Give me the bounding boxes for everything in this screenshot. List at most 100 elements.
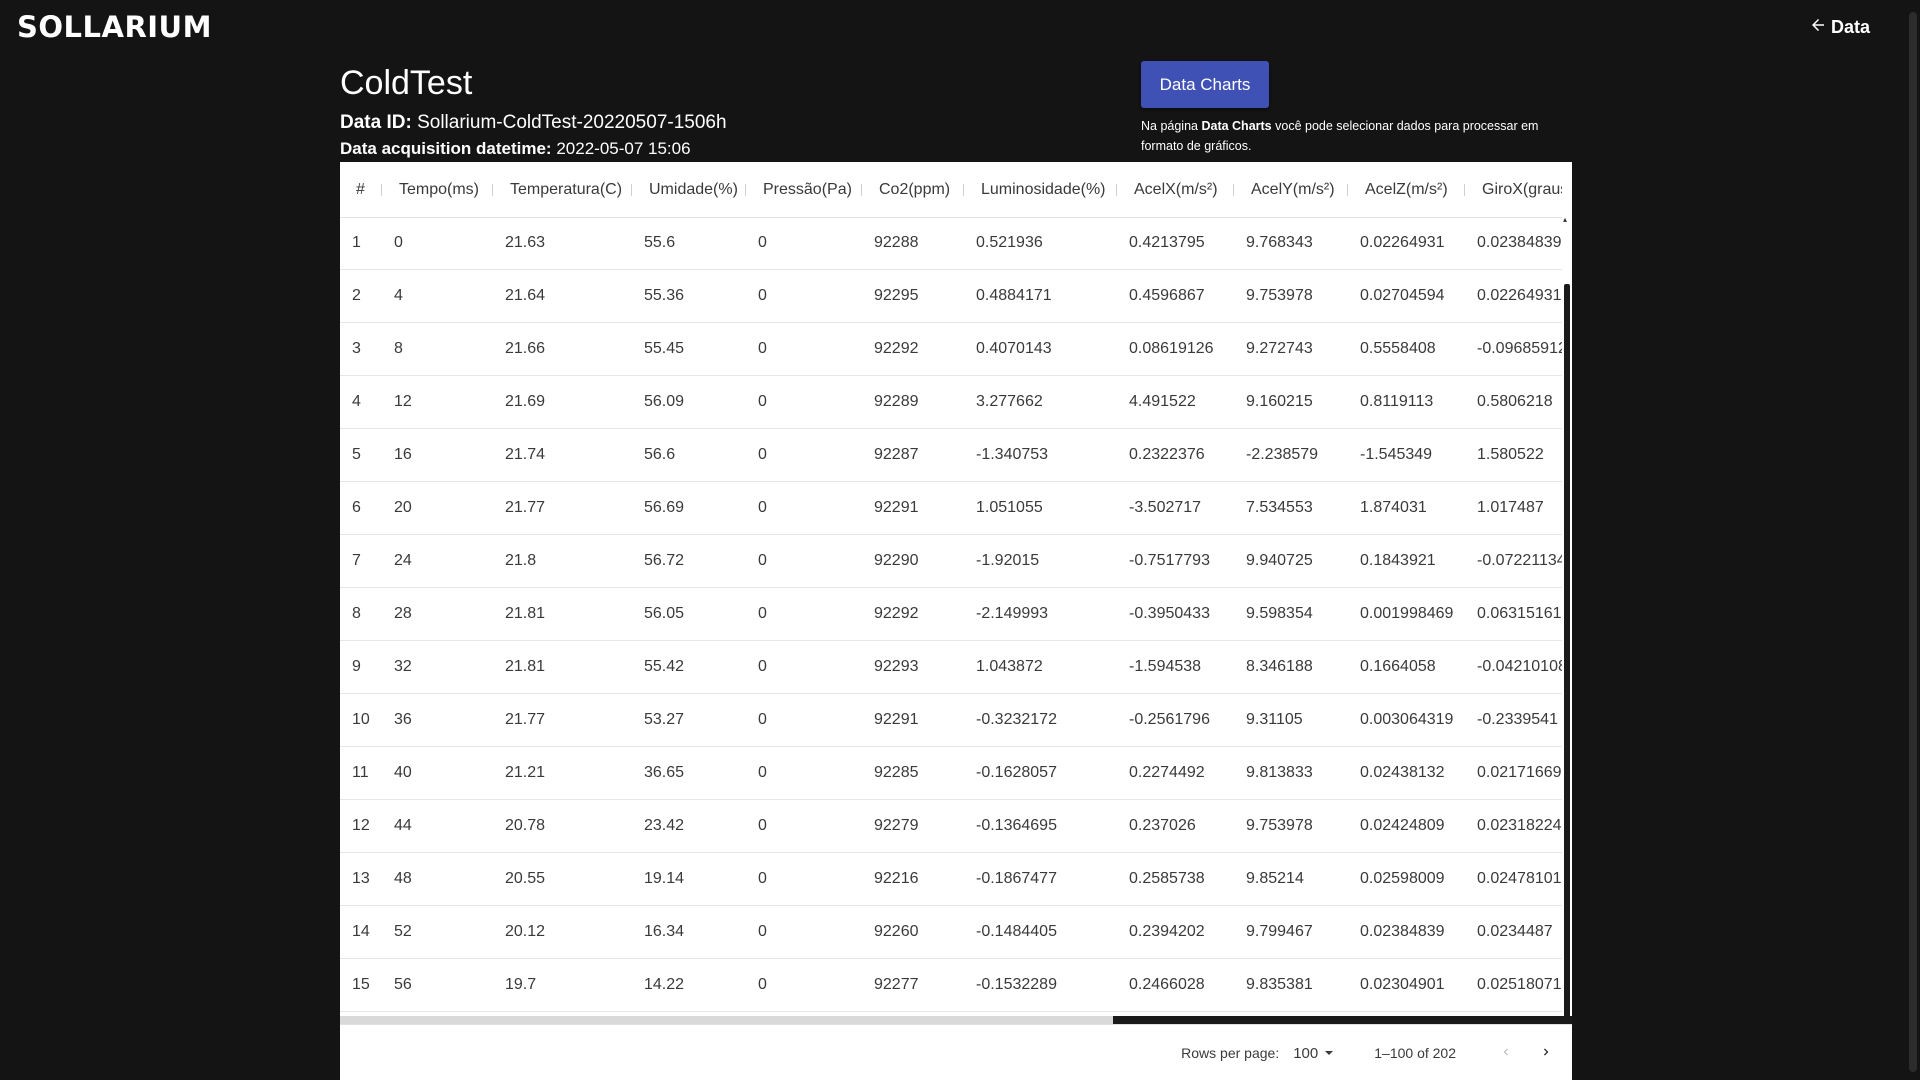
table-cell: 0.521936 — [976, 234, 1043, 251]
table-cell: 9.768343 — [1246, 234, 1313, 251]
table-cell: 0.02264931 — [1477, 287, 1562, 304]
page-scrollbar[interactable] — [1906, 0, 1920, 1080]
table-cell: 21.66 — [505, 340, 546, 357]
table-cell: 0.02478101 — [1477, 870, 1562, 887]
table-row[interactable]: 3 8 21.66 55.45 0 92292 0.4070143 0.08619126 9.2… — [340, 323, 1562, 376]
table-cell: 8 — [352, 605, 361, 622]
data-grid-viewport: # Tempo(ms) Temperatura(C) Umidade(%) Pressã… — [340, 162, 1562, 1022]
datetime-value: 2022-05-07 15:06 — [556, 139, 691, 158]
table-cell: 0 — [758, 552, 767, 569]
table-cell: 21.81 — [505, 605, 546, 622]
table-cell: 9.160215 — [1246, 393, 1313, 410]
table-row[interactable]: 15 56 19.7 14.22 0 92277 -0.1532289 0.2466028 9.… — [340, 959, 1562, 1012]
column-header[interactable]: Temperatura(C) — [493, 162, 632, 217]
column-header[interactable]: AcelX(m/s²) — [1117, 162, 1234, 217]
table-cell: 55.45 — [644, 340, 685, 357]
table-cell: 21.74 — [505, 446, 546, 463]
table-row[interactable]: 6 20 21.77 56.69 0 92291 1.051055 -3.502717 7.53… — [340, 482, 1562, 535]
table-cell: 55.6 — [644, 234, 676, 251]
table-cell: -2.238579 — [1246, 446, 1319, 463]
table-cell: 0 — [758, 234, 767, 251]
chevron-right-icon — [1539, 1045, 1553, 1062]
column-header[interactable]: # — [340, 162, 382, 217]
table-cell: 20.78 — [505, 817, 546, 834]
table-cell: 44 — [394, 817, 412, 834]
table-cell: 19.7 — [505, 976, 537, 993]
table-cell: 0.02704594 — [1360, 287, 1445, 304]
table-cell: 0.02438132 — [1360, 764, 1445, 781]
table-cell: 0.02424809 — [1360, 817, 1445, 834]
rows-per-page-select[interactable]: 100 — [1293, 1045, 1334, 1062]
table-row[interactable]: 14 52 20.12 16.34 0 92260 -0.1484405 0.2394202 9… — [340, 906, 1562, 959]
table-cell: 8.346188 — [1246, 658, 1313, 675]
table-cell: 0 — [758, 605, 767, 622]
table-cell: -0.7517793 — [1129, 552, 1210, 569]
table-cell: 23.42 — [644, 817, 685, 834]
table-cell: 0.8119113 — [1360, 393, 1434, 410]
column-header[interactable]: AcelY(m/s²) — [1234, 162, 1348, 217]
table-cell: 0.02264931 — [1360, 234, 1445, 251]
table-cell: 53.27 — [644, 711, 685, 728]
table-row[interactable]: 12 44 20.78 23.42 0 92279 -0.1364695 0.237026 9.… — [340, 800, 1562, 853]
table-cell: 56.05 — [644, 605, 685, 622]
back-to-data-link[interactable]: Data — [1809, 16, 1870, 39]
table-row[interactable]: 5 16 21.74 56.6 0 92287 -1.340753 0.2322376 -2.2… — [340, 429, 1562, 482]
column-header[interactable]: Umidade(%) — [632, 162, 746, 217]
vertical-scrollbar[interactable]: ▴ — [1562, 216, 1572, 1022]
table-cell: 4.491522 — [1129, 393, 1196, 410]
table-cell: 92216 — [874, 870, 919, 887]
table-cell: 0.001998469 — [1360, 605, 1454, 622]
column-header[interactable]: Pressão(Pa) — [746, 162, 862, 217]
table-cell: 0 — [758, 764, 767, 781]
column-header[interactable]: Co2(ppm) — [862, 162, 964, 217]
table-cell: 7.534553 — [1246, 499, 1313, 516]
vertical-scrollbar-thumb[interactable] — [1564, 284, 1570, 1022]
table-cell: 56.69 — [644, 499, 685, 516]
previous-page-button[interactable] — [1492, 1039, 1520, 1067]
table-row[interactable]: 2 4 21.64 55.36 0 92295 0.4884171 0.4596867 9.75… — [340, 270, 1562, 323]
table-cell: 4 — [394, 287, 403, 304]
table-cell: -1.594538 — [1129, 658, 1202, 675]
next-page-button[interactable] — [1532, 1039, 1560, 1067]
table-cell: 28 — [394, 605, 412, 622]
table-cell: -0.1867477 — [976, 870, 1057, 887]
table-cell: 0 — [394, 234, 403, 251]
column-header[interactable]: Tempo(ms) — [382, 162, 493, 217]
table-cell: 0.4596867 — [1129, 287, 1205, 304]
data-charts-button[interactable]: Data Charts — [1141, 61, 1269, 108]
table-row[interactable]: 1 0 21.63 55.6 0 92288 0.521936 0.4213795 9.7683… — [340, 217, 1562, 270]
table-row[interactable]: 9 32 21.81 55.42 0 92293 1.043872 -1.594538 8.34… — [340, 641, 1562, 694]
table-cell: 36.65 — [644, 764, 685, 781]
column-header[interactable]: GiroX(graus/s) — [1465, 162, 1562, 217]
table-cell: 1 — [352, 234, 361, 251]
table-row[interactable]: 7 24 21.8 56.72 0 92290 -1.92015 -0.7517793 9.94… — [340, 535, 1562, 588]
table-cell: 12 — [352, 817, 370, 834]
table-cell: 19.14 — [644, 870, 685, 887]
table-cell: -0.07221134 — [1477, 552, 1562, 569]
table-cell: 14 — [352, 923, 370, 940]
table-cell: 0 — [758, 446, 767, 463]
table-cell: -0.1484405 — [976, 923, 1057, 940]
table-cell: -0.04210108 — [1477, 658, 1562, 675]
table-row[interactable]: 11 40 21.21 36.65 0 92285 -0.1628057 0.2274492 9… — [340, 747, 1562, 800]
column-header[interactable]: Luminosidade(%) — [964, 162, 1117, 217]
table-cell: 9.835381 — [1246, 976, 1313, 993]
table-row[interactable]: 4 12 21.69 56.09 0 92289 3.277662 4.491522 9.160… — [340, 376, 1562, 429]
horizontal-scrollbar-thumb[interactable] — [1113, 1016, 1572, 1024]
scroll-up-icon[interactable]: ▴ — [1563, 216, 1571, 224]
app-logo[interactable]: SOLLARIUM — [17, 10, 212, 44]
table-cell: 0.2322376 — [1129, 446, 1205, 463]
chevron-left-icon — [1499, 1045, 1513, 1062]
arrow-left-icon — [1809, 16, 1827, 39]
horizontal-scrollbar[interactable] — [340, 1016, 1572, 1024]
page-scrollbar-thumb[interactable] — [1909, 12, 1917, 1072]
table-row[interactable]: 8 28 21.81 56.05 0 92292 -2.149993 -0.3950433 9.… — [340, 588, 1562, 641]
rows-per-page-label: Rows per page: — [1181, 1045, 1280, 1061]
hint-bold: Data Charts — [1201, 119, 1272, 133]
table-cell: 21.21 — [505, 764, 546, 781]
table-cell: 0 — [758, 340, 767, 357]
table-row[interactable]: 13 48 20.55 19.14 0 92216 -0.1867477 0.2585738 9… — [340, 853, 1562, 906]
column-header[interactable]: AcelZ(m/s²) — [1348, 162, 1465, 217]
table-cell: 2 — [352, 287, 361, 304]
table-row[interactable]: 10 36 21.77 53.27 0 92291 -0.3232172 -0.2561796… — [340, 694, 1562, 747]
